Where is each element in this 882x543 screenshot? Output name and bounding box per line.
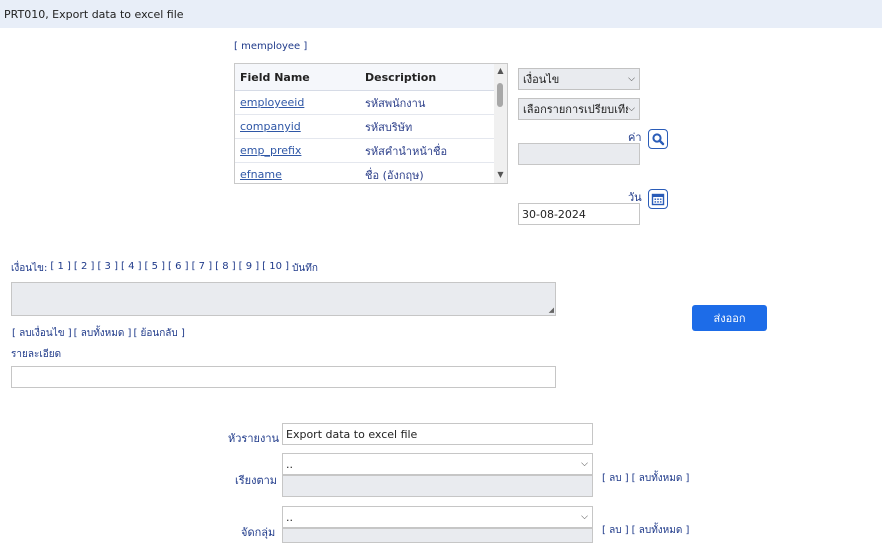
group-by-select[interactable]: .. ⌵ — [282, 506, 593, 528]
compare-select[interactable]: เลือกรายการเปรียบเทียบ ⌵ — [518, 98, 640, 120]
report-header-input[interactable]: Export data to excel file — [282, 423, 593, 445]
chevron-down-icon: ⌵ — [628, 104, 635, 114]
details-input[interactable] — [11, 366, 556, 388]
field-link[interactable]: emp_prefix — [240, 144, 301, 157]
conditions-label: เงื่อนไข: — [11, 263, 48, 274]
sort-actions: [ ลบ ] [ ลบทั้งหมด ] — [602, 471, 689, 486]
condition-textarea[interactable]: ◢ — [11, 282, 556, 316]
calendar-icon — [651, 193, 665, 206]
back-link[interactable]: [ ย้อนกลับ ] — [133, 326, 184, 341]
scroll-thumb[interactable] — [497, 83, 503, 107]
condition-slot-10[interactable]: [ 10 ] — [262, 261, 289, 276]
condition-slot-5[interactable]: [ 5 ] — [145, 261, 166, 276]
sort-by-list[interactable] — [282, 475, 593, 497]
sort-by-value: .. — [286, 457, 293, 471]
sort-by-select[interactable]: .. ⌵ — [282, 453, 593, 475]
field-description: รหัสคำนำหน้าชื่อ — [365, 144, 448, 158]
group-by-list[interactable] — [282, 528, 593, 543]
condition-select[interactable]: เงื่อนไข ⌵ — [518, 68, 640, 90]
scroll-up-icon[interactable]: ▲ — [494, 66, 507, 76]
field-link[interactable]: companyid — [240, 120, 301, 133]
sort-remove-all-link[interactable]: [ ลบทั้งหมด ] — [632, 471, 690, 486]
condition-actions: [ ลบเงื่อนไข ] [ ลบทั้งหมด ] [ ย้อนกลับ … — [12, 326, 185, 341]
group-actions: [ ลบ ] [ ลบทั้งหมด ] — [602, 523, 689, 538]
condition-slot-4[interactable]: [ 4 ] — [121, 261, 142, 276]
table-row[interactable]: employeeid รหัสพนักงาน — [235, 91, 507, 115]
condition-slot-6[interactable]: [ 6 ] — [168, 261, 189, 276]
window-title: PRT010, Export data to excel file — [4, 8, 184, 21]
table-row[interactable]: efname ชื่อ (อังกฤษ) — [235, 163, 507, 183]
group-by-value: .. — [286, 510, 293, 524]
clear-all-link[interactable]: [ ลบทั้งหมด ] — [74, 326, 132, 341]
table-row[interactable]: companyid รหัสบริษัท — [235, 115, 507, 139]
calendar-button[interactable] — [648, 189, 668, 209]
field-description: รหัสพนักงาน — [365, 96, 426, 110]
condition-select-value: เงื่อนไข — [523, 73, 560, 86]
field-description: ชื่อ (อังกฤษ) — [365, 168, 424, 182]
search-icon — [652, 133, 665, 146]
field-list-table: Field Name Description employeeid รหัสพน… — [234, 63, 508, 184]
sort-remove-link[interactable]: [ ลบ ] — [602, 471, 629, 486]
group-remove-all-link[interactable]: [ ลบทั้งหมด ] — [632, 523, 690, 538]
chevron-down-icon: ⌵ — [628, 74, 635, 84]
clear-condition-link[interactable]: [ ลบเงื่อนไข ] — [12, 326, 72, 341]
table-header-row: Field Name Description — [235, 64, 507, 91]
scroll-down-icon[interactable]: ▼ — [494, 170, 507, 180]
compare-select-value: เลือกรายการเปรียบเทียบ — [523, 103, 629, 116]
table-name-label: [ memployee ] — [234, 41, 308, 52]
field-description: รหัสบริษัท — [365, 120, 413, 134]
condition-slot-1[interactable]: [ 1 ] — [50, 261, 71, 276]
header-description: Description — [365, 70, 437, 84]
chevron-down-icon: ⌵ — [581, 512, 588, 522]
group-by-label: จัดกลุ่ม — [241, 526, 276, 539]
field-link[interactable]: efname — [240, 168, 282, 181]
field-link[interactable]: employeeid — [240, 96, 304, 109]
header-field-name: Field Name — [240, 70, 310, 84]
condition-slot-9[interactable]: [ 9 ] — [239, 261, 260, 276]
table-row[interactable]: emp_prefix รหัสคำนำหน้าชื่อ — [235, 139, 507, 163]
report-header-label: หัวรายงาน — [228, 432, 280, 445]
save-condition-link[interactable]: บันทึก — [292, 261, 318, 276]
condition-slot-8[interactable]: [ 8 ] — [215, 261, 236, 276]
table-scrollbar[interactable] — [494, 64, 507, 183]
sort-by-label: เรียงตาม — [235, 474, 278, 487]
search-button[interactable] — [648, 129, 668, 149]
export-button[interactable]: ส่งออก — [692, 305, 767, 331]
resize-handle-icon[interactable]: ◢ — [549, 306, 554, 314]
condition-slot-3[interactable]: [ 3 ] — [97, 261, 118, 276]
condition-slot-7[interactable]: [ 7 ] — [192, 261, 213, 276]
date-input[interactable]: 30-08-2024 — [518, 203, 640, 225]
value-input[interactable] — [518, 143, 640, 165]
condition-slots: เงื่อนไข: [ 1 ] [ 2 ] [ 3 ] [ 4 ] [ 5 ] … — [11, 261, 318, 276]
condition-slot-2[interactable]: [ 2 ] — [74, 261, 95, 276]
details-label: รายละเอียด — [11, 349, 62, 360]
chevron-down-icon: ⌵ — [581, 459, 588, 469]
group-remove-link[interactable]: [ ลบ ] — [602, 523, 629, 538]
